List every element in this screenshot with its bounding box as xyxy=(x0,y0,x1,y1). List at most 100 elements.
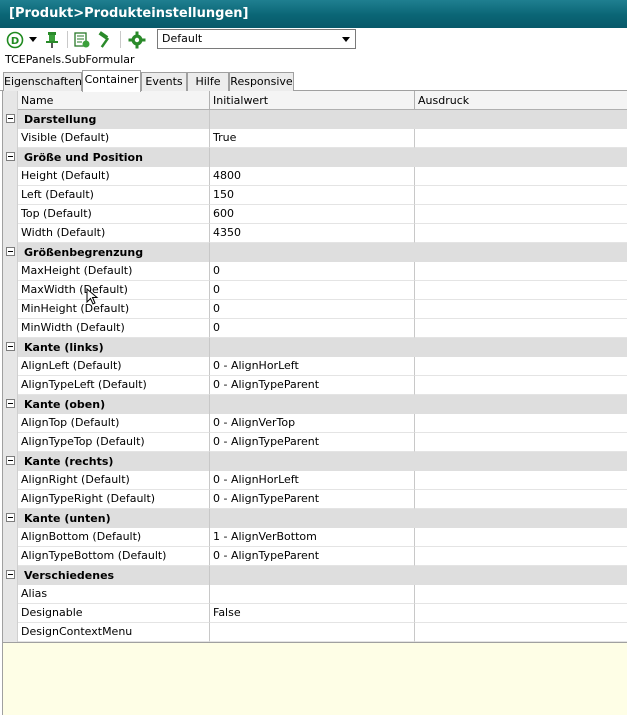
tab-events[interactable]: Events xyxy=(141,72,187,91)
property-ausdruck[interactable] xyxy=(415,357,627,376)
hammer-icon[interactable] xyxy=(95,30,115,50)
property-row[interactable]: DesignContextMenu xyxy=(3,623,627,642)
component-path: TCEPanels.SubFormular xyxy=(5,53,135,66)
category-band xyxy=(210,338,627,357)
property-initialwert[interactable]: 0 - AlignTypeParent xyxy=(210,547,415,566)
property-row[interactable]: Visible (Default) True xyxy=(3,129,627,148)
property-name: Left (Default) xyxy=(18,186,210,205)
property-row[interactable]: Designable False xyxy=(3,604,627,623)
property-initialwert[interactable]: 0 - AlignVerTop xyxy=(210,414,415,433)
collapse-toggle-icon[interactable] xyxy=(6,114,15,123)
property-row[interactable]: AlignTypeRight (Default) 0 - AlignTypePar… xyxy=(3,490,627,509)
property-initialwert[interactable]: 0 - AlignTypeParent xyxy=(210,490,415,509)
property-initialwert[interactable]: False xyxy=(210,604,415,623)
collapse-toggle-icon[interactable] xyxy=(6,456,15,465)
tab-container[interactable]: Container xyxy=(82,70,141,92)
property-initialwert[interactable]: 0 - AlignHorLeft xyxy=(210,357,415,376)
chevron-down-icon[interactable] xyxy=(342,37,350,42)
pin-icon[interactable] xyxy=(42,30,62,50)
property-row[interactable]: Left (Default) 150 xyxy=(3,186,627,205)
property-row[interactable]: AlignTypeLeft (Default) 0 - AlignTypePare… xyxy=(3,376,627,395)
property-initialwert[interactable]: 0 xyxy=(210,300,415,319)
d-circle-icon[interactable]: D xyxy=(4,30,26,50)
collapse-toggle-icon[interactable] xyxy=(6,247,15,256)
category-row[interactable]: Größe und Position xyxy=(3,148,627,167)
column-header-ausdruck[interactable]: Ausdruck xyxy=(415,91,627,110)
property-ausdruck[interactable] xyxy=(415,623,627,642)
property-ausdruck[interactable] xyxy=(415,471,627,490)
category-row[interactable]: Verschiedenes xyxy=(3,566,627,585)
property-initialwert[interactable]: 0 - AlignHorLeft xyxy=(210,471,415,490)
property-row[interactable]: AlignBottom (Default) 1 - AlignVerBottom xyxy=(3,528,627,547)
property-initialwert[interactable]: 4800 xyxy=(210,167,415,186)
dropdown-arrow-icon[interactable] xyxy=(27,30,39,50)
property-initialwert[interactable]: 0 xyxy=(210,319,415,338)
property-ausdruck[interactable] xyxy=(415,319,627,338)
property-ausdruck[interactable] xyxy=(415,490,627,509)
category-row[interactable]: Kante (oben) xyxy=(3,395,627,414)
property-initialwert[interactable]: 0 - AlignTypeParent xyxy=(210,376,415,395)
property-row[interactable]: MinWidth (Default) 0 xyxy=(3,319,627,338)
tab-responsive[interactable]: Responsive xyxy=(229,72,294,91)
category-row[interactable]: Kante (rechts) xyxy=(3,452,627,471)
property-row[interactable]: Height (Default) 4800 xyxy=(3,167,627,186)
collapse-toggle-icon[interactable] xyxy=(6,570,15,579)
category-band xyxy=(210,148,627,167)
property-row[interactable]: MaxHeight (Default) 0 xyxy=(3,262,627,281)
category-row[interactable]: Größenbegrenzung xyxy=(3,243,627,262)
property-initialwert[interactable]: 0 - AlignTypeParent xyxy=(210,433,415,452)
property-ausdruck[interactable] xyxy=(415,224,627,243)
property-ausdruck[interactable] xyxy=(415,186,627,205)
property-ausdruck[interactable] xyxy=(415,167,627,186)
category-band xyxy=(210,110,627,129)
tab-hilfe[interactable]: Hilfe xyxy=(187,72,229,91)
property-ausdruck[interactable] xyxy=(415,547,627,566)
property-ausdruck[interactable] xyxy=(415,604,627,623)
collapse-toggle-icon[interactable] xyxy=(6,513,15,522)
property-ausdruck[interactable] xyxy=(415,129,627,148)
design-select[interactable]: Default xyxy=(157,29,356,49)
property-row[interactable]: AlignRight (Default) 0 - AlignHorLeft xyxy=(3,471,627,490)
form-list-icon[interactable] xyxy=(72,30,92,50)
property-name: Width (Default) xyxy=(18,224,210,243)
property-row[interactable]: Top (Default) 600 xyxy=(3,205,627,224)
property-initialwert[interactable]: 0 xyxy=(210,281,415,300)
gear-icon[interactable] xyxy=(126,30,148,50)
property-ausdruck[interactable] xyxy=(415,205,627,224)
property-initialwert[interactable]: True xyxy=(210,129,415,148)
property-row[interactable]: AlignTypeBottom (Default) 0 - AlignTypePa… xyxy=(3,547,627,566)
column-header-initialwert[interactable]: Initialwert xyxy=(210,91,415,110)
property-initialwert[interactable]: 600 xyxy=(210,205,415,224)
property-initialwert[interactable]: 0 xyxy=(210,262,415,281)
category-band xyxy=(210,509,627,528)
property-name: AlignTop (Default) xyxy=(18,414,210,433)
category-row[interactable]: Kante (unten) xyxy=(3,509,627,528)
property-ausdruck[interactable] xyxy=(415,262,627,281)
property-name: AlignTypeRight (Default) xyxy=(18,490,210,509)
property-initialwert[interactable]: 150 xyxy=(210,186,415,205)
property-initialwert[interactable] xyxy=(210,585,415,604)
property-ausdruck[interactable] xyxy=(415,528,627,547)
property-row[interactable]: AlignLeft (Default) 0 - AlignHorLeft xyxy=(3,357,627,376)
category-row[interactable]: Darstellung xyxy=(3,110,627,129)
property-ausdruck[interactable] xyxy=(415,585,627,604)
collapse-toggle-icon[interactable] xyxy=(6,342,15,351)
property-row[interactable]: Width (Default) 4350 xyxy=(3,224,627,243)
tab-eigenschaften[interactable]: Eigenschaften xyxy=(3,72,82,91)
property-ausdruck[interactable] xyxy=(415,433,627,452)
column-header-name[interactable]: Name xyxy=(18,91,210,110)
property-row[interactable]: Alias xyxy=(3,585,627,604)
collapse-toggle-icon[interactable] xyxy=(6,399,15,408)
property-ausdruck[interactable] xyxy=(415,376,627,395)
property-initialwert[interactable] xyxy=(210,623,415,642)
property-ausdruck[interactable] xyxy=(415,281,627,300)
property-row[interactable]: AlignTypeTop (Default) 0 - AlignTypeParen… xyxy=(3,433,627,452)
property-ausdruck[interactable] xyxy=(415,300,627,319)
property-initialwert[interactable]: 4350 xyxy=(210,224,415,243)
category-row[interactable]: Kante (links) xyxy=(3,338,627,357)
property-ausdruck[interactable] xyxy=(415,414,627,433)
collapse-toggle-icon[interactable] xyxy=(6,152,15,161)
property-initialwert[interactable]: 1 - AlignVerBottom xyxy=(210,528,415,547)
property-name: Top (Default) xyxy=(18,205,210,224)
property-row[interactable]: AlignTop (Default) 0 - AlignVerTop xyxy=(3,414,627,433)
